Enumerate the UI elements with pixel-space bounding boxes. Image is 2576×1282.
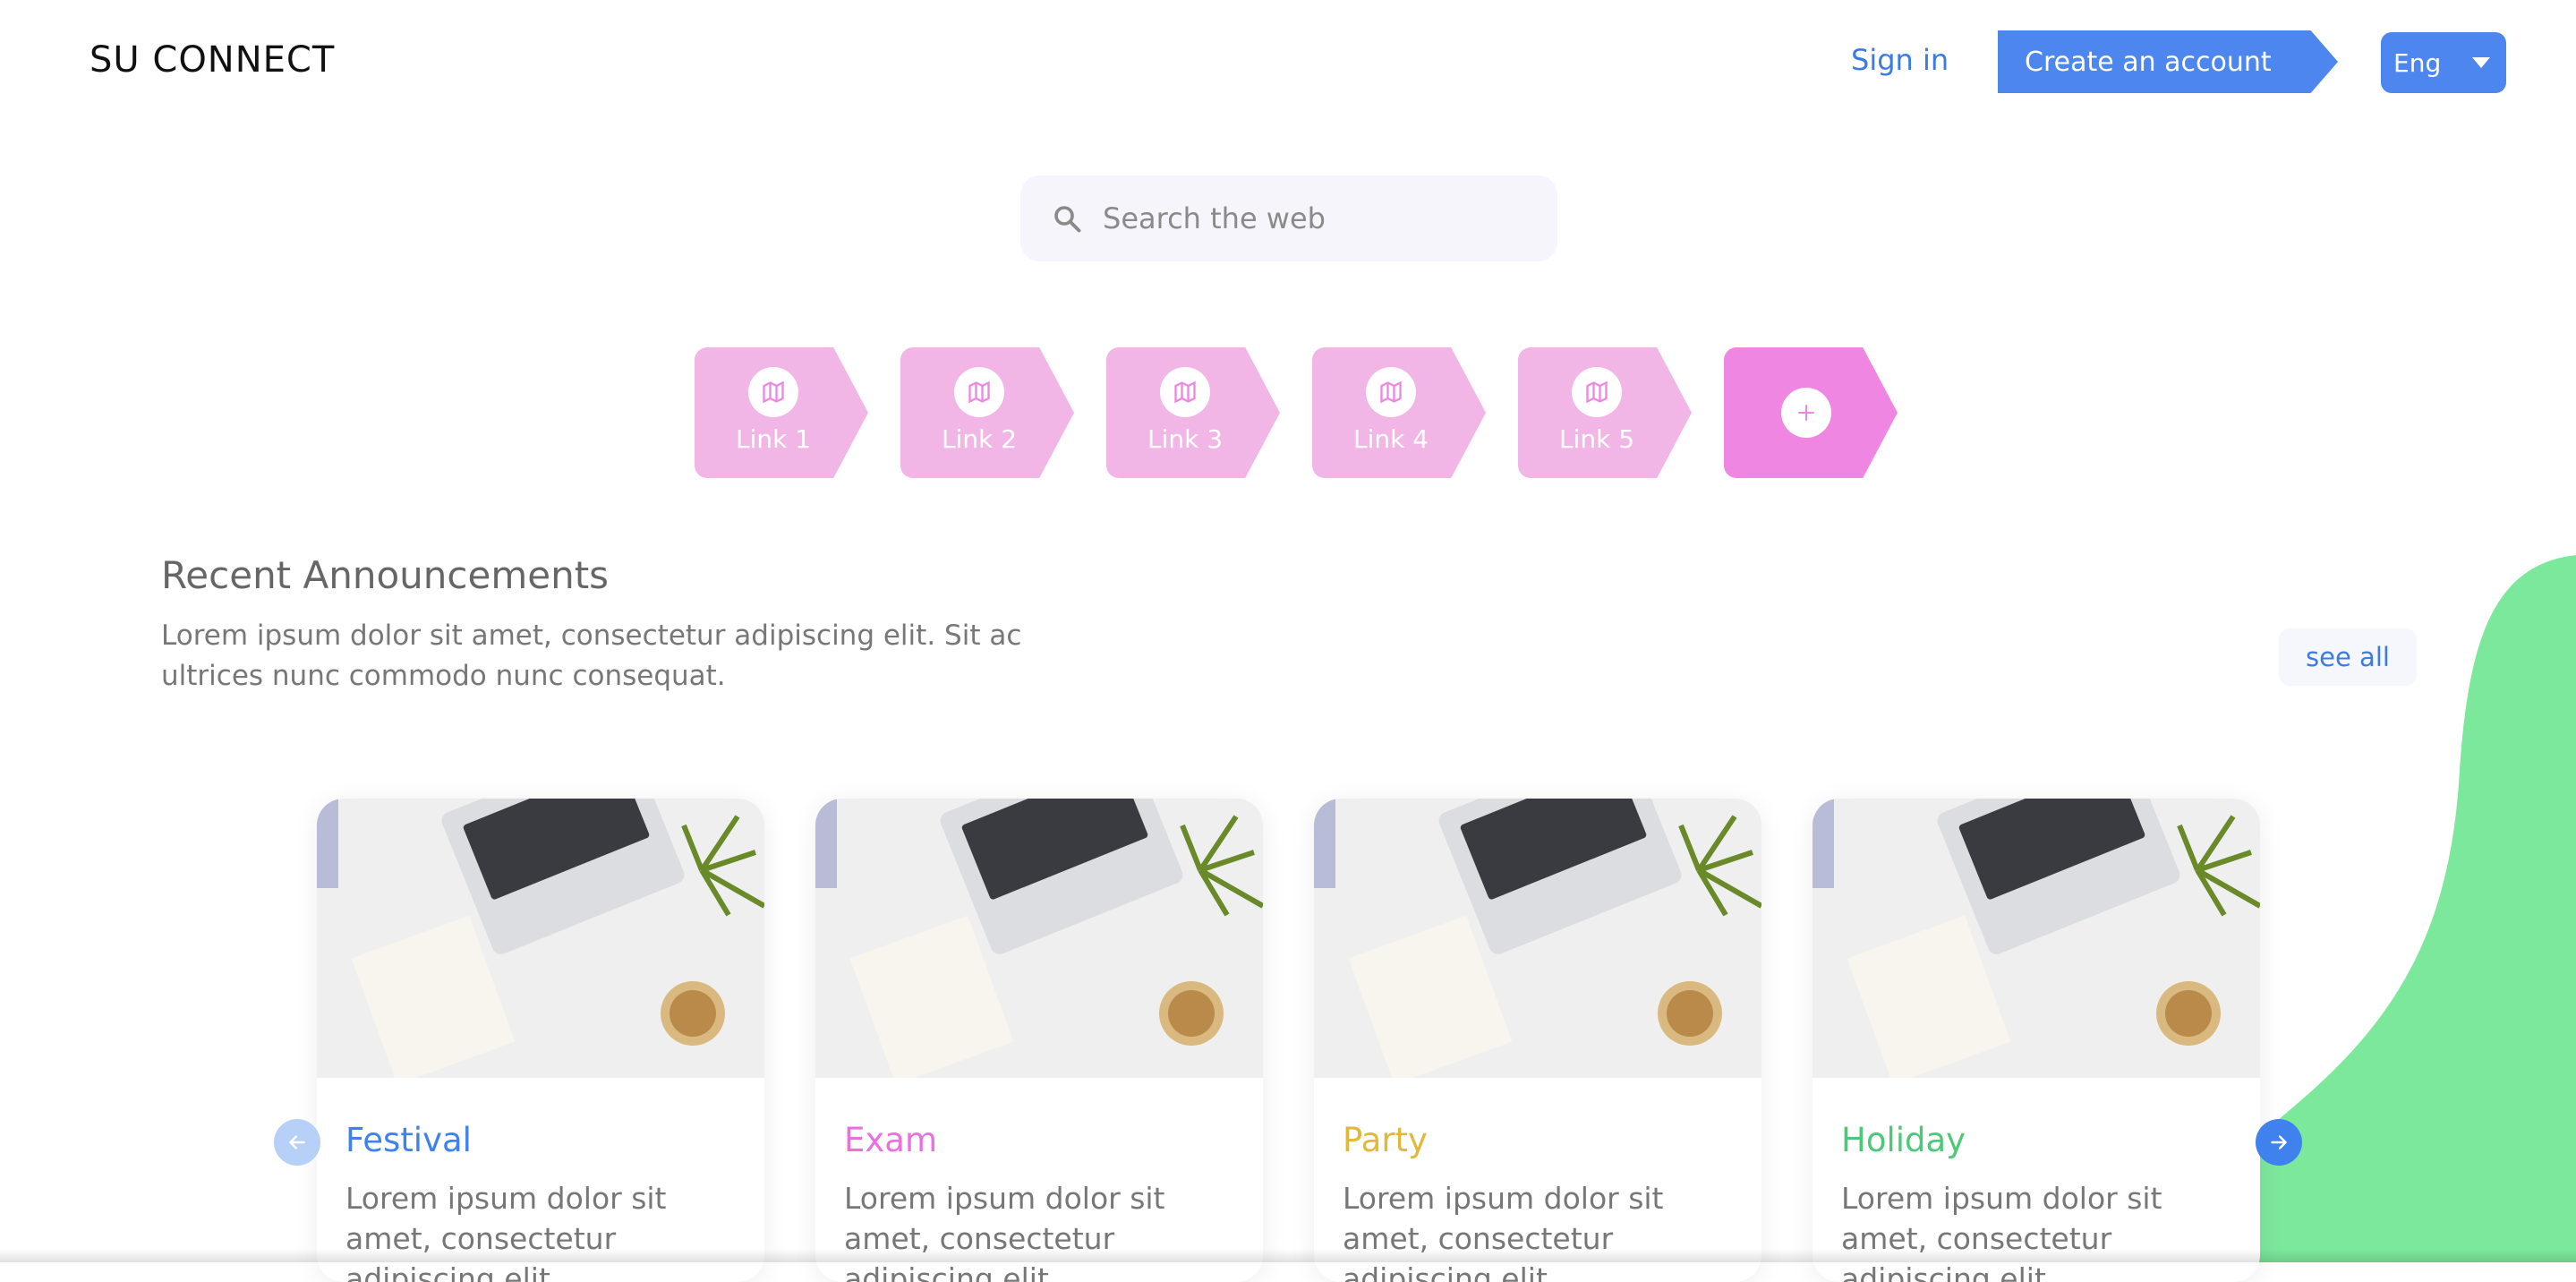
card-image bbox=[317, 799, 764, 1078]
card-image bbox=[815, 799, 1263, 1078]
language-value: Eng bbox=[2393, 47, 2442, 78]
carousel-prev-button[interactable] bbox=[274, 1119, 320, 1166]
logo[interactable]: SU CONNECT bbox=[90, 39, 335, 81]
link-tile-5[interactable]: Link 5 bbox=[1518, 347, 1692, 478]
card-image bbox=[1813, 799, 2260, 1078]
search-box[interactable] bbox=[1020, 175, 1557, 261]
link-label: Link 1 bbox=[735, 424, 812, 454]
link-label: Link 3 bbox=[1147, 424, 1224, 454]
link-label: Link 5 bbox=[1558, 424, 1635, 454]
sign-in-link[interactable]: Sign in bbox=[1851, 43, 1949, 77]
bottom-edge-shadow bbox=[0, 1249, 2576, 1262]
section-title: Recent Announcements bbox=[161, 553, 610, 597]
card-body: Lorem ipsum dolor sit amet, consectetur … bbox=[1841, 1181, 2162, 1282]
search-icon bbox=[1054, 206, 1081, 233]
link-tile-2[interactable]: Link 2 bbox=[900, 347, 1074, 478]
card-title: Party bbox=[1343, 1121, 1428, 1159]
card-image bbox=[1314, 799, 1761, 1078]
create-account-button[interactable]: Create an account bbox=[1998, 30, 2338, 93]
carousel-next-button[interactable] bbox=[2256, 1119, 2302, 1166]
announcement-card[interactable]: Party Lorem ipsum dolor sit amet, consec… bbox=[1314, 799, 1761, 1282]
card-title: Festival bbox=[345, 1121, 472, 1159]
link-tile-1[interactable]: Link 1 bbox=[695, 347, 868, 478]
card-title: Holiday bbox=[1841, 1121, 1966, 1159]
map-icon bbox=[1366, 367, 1416, 417]
search-input[interactable] bbox=[1101, 201, 1516, 236]
map-icon bbox=[1572, 367, 1622, 417]
arrow-right-icon bbox=[2271, 1135, 2287, 1150]
arrow-left-icon bbox=[289, 1135, 305, 1150]
add-link-button[interactable] bbox=[1724, 347, 1898, 478]
card-body: Lorem ipsum dolor sit amet, consectetur … bbox=[844, 1181, 1165, 1282]
announcement-card[interactable]: Festival Lorem ipsum dolor sit amet, con… bbox=[317, 799, 764, 1282]
section-description: Lorem ipsum dolor sit amet, consectetur … bbox=[161, 620, 1022, 692]
link-label: Link 4 bbox=[1352, 424, 1429, 454]
chevron-down-icon bbox=[2472, 57, 2490, 68]
link-label: Link 2 bbox=[941, 424, 1018, 454]
card-body: Lorem ipsum dolor sit amet, consectetur … bbox=[345, 1181, 667, 1282]
card-body: Lorem ipsum dolor sit amet, consectetur … bbox=[1343, 1181, 1664, 1282]
map-icon bbox=[1160, 367, 1210, 417]
card-title: Exam bbox=[844, 1121, 937, 1159]
create-account-label: Create an account bbox=[2025, 46, 2272, 78]
plus-icon bbox=[1781, 388, 1831, 438]
see-all-button[interactable]: see all bbox=[2279, 628, 2417, 686]
link-tile-4[interactable]: Link 4 bbox=[1312, 347, 1486, 478]
announcement-card[interactable]: Exam Lorem ipsum dolor sit amet, consect… bbox=[815, 799, 1263, 1282]
announcement-card[interactable]: Holiday Lorem ipsum dolor sit amet, cons… bbox=[1813, 799, 2260, 1282]
language-select[interactable]: Eng bbox=[2381, 32, 2506, 93]
link-tile-3[interactable]: Link 3 bbox=[1106, 347, 1280, 478]
map-icon bbox=[954, 367, 1004, 417]
map-icon bbox=[748, 367, 798, 417]
